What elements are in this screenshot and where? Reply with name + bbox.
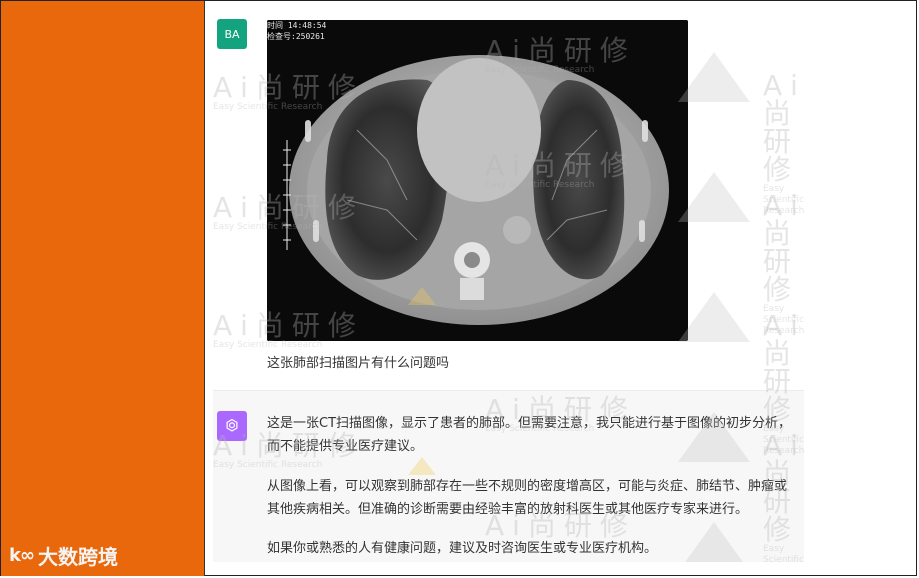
brand-mark: k∞: [9, 545, 35, 566]
ct-scan-graphic: [267, 20, 688, 341]
chat-thread: BA 时间 14:48:54 检查号:250261 这张肺部扫描图片有什么问题吗…: [213, 12, 804, 562]
assistant-paragraph: 从图像上看，可以观察到肺部存在一些不规则的密度增高区，可能与炎症、肺结节、肿瘤或…: [267, 479, 788, 517]
ct-scan-overlay-text: 时间 14:48:54 检查号:250261: [267, 20, 326, 42]
watermark-logo: [678, 292, 750, 342]
sidebar: k∞ 大数跨境: [1, 1, 205, 576]
brand-logo: k∞ 大数跨境: [9, 541, 118, 570]
user-avatar: BA: [217, 19, 247, 49]
watermark-logo: [678, 522, 750, 562]
ct-exam-number: 检查号:250261: [267, 32, 325, 41]
watermark-logo: [408, 457, 436, 475]
watermark-logo: [678, 52, 750, 102]
watermark-logo: [678, 172, 750, 222]
ct-timestamp: 时间 14:48:54: [267, 21, 327, 30]
openai-logo-icon: [226, 418, 238, 432]
brand-name: 大数跨境: [37, 545, 118, 569]
ct-scan-image[interactable]: 时间 14:48:54 检查号:250261: [267, 20, 688, 341]
user-message-text: 这张肺部扫描图片有什么问题吗: [267, 356, 450, 371]
watermark-logo: [678, 412, 750, 462]
watermark-logo: [408, 287, 436, 305]
chatgpt-icon: [217, 411, 247, 441]
